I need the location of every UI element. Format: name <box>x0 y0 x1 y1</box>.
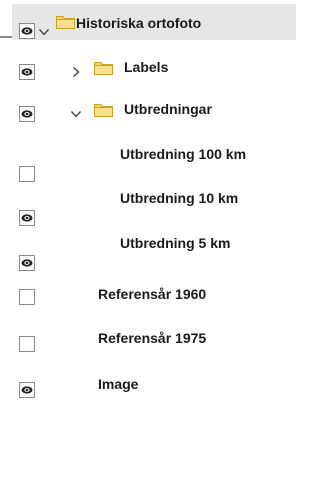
visibility-checkbox[interactable] <box>19 23 35 39</box>
layer-row-image[interactable]: Image <box>0 374 296 404</box>
layer-row-historiska-ortofoto[interactable]: Historiska ortofoto <box>0 8 296 39</box>
visibility-checkbox[interactable] <box>19 166 35 182</box>
chevron-right-icon[interactable] <box>70 65 82 78</box>
visibility-checkbox[interactable] <box>19 382 35 398</box>
layer-row-referensar-1975[interactable]: Referensår 1975 <box>0 328 296 358</box>
visibility-checkbox[interactable] <box>19 289 35 305</box>
layer-tree-panel: Historiska ortofoto Labels Utbredningar … <box>0 0 296 484</box>
eye-icon <box>21 259 33 267</box>
layer-label: Historiska ortofoto <box>76 15 202 31</box>
layer-row-utbredningar[interactable]: Utbredningar <box>0 98 296 128</box>
layer-label: Utbredning 10 km <box>120 190 239 206</box>
layer-row-labels[interactable]: Labels <box>0 56 296 86</box>
layer-label: Utbredningar <box>124 101 212 117</box>
layer-label: Referensår 1960 <box>98 286 207 302</box>
eye-icon <box>21 68 33 76</box>
visibility-checkbox[interactable] <box>19 255 35 271</box>
layer-label: Utbredning 100 km <box>120 146 247 162</box>
folder-icon <box>56 14 75 30</box>
visibility-checkbox[interactable] <box>19 64 35 80</box>
eye-icon <box>21 386 33 394</box>
eye-icon <box>21 27 33 35</box>
layer-label: Utbredning 5 km <box>120 235 231 251</box>
chevron-down-icon[interactable] <box>70 107 82 119</box>
chevron-down-icon[interactable] <box>38 25 50 37</box>
layer-row-referensar-1960[interactable]: Referensår 1960 <box>0 284 296 314</box>
folder-icon <box>94 60 113 76</box>
layer-label: Referensår 1975 <box>98 330 207 346</box>
eye-icon <box>21 214 33 222</box>
layer-row-utbredning-5-km[interactable]: Utbredning 5 km <box>0 235 296 271</box>
layer-label: Image <box>98 376 139 392</box>
layer-row-utbredning-10-km[interactable]: Utbredning 10 km <box>0 190 296 226</box>
visibility-checkbox[interactable] <box>19 106 35 122</box>
visibility-checkbox[interactable] <box>19 336 35 352</box>
layer-row-utbredning-100-km[interactable]: Utbredning 100 km <box>0 146 296 182</box>
visibility-checkbox[interactable] <box>19 210 35 226</box>
eye-icon <box>21 110 33 118</box>
layer-label: Labels <box>124 59 169 75</box>
folder-icon <box>94 102 113 118</box>
